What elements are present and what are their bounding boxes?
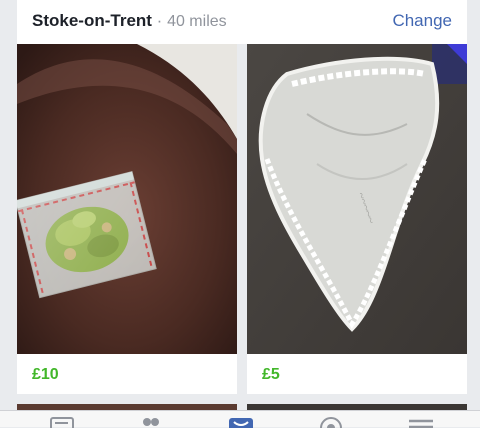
listing-photo[interactable] xyxy=(17,44,237,354)
listing-card[interactable]: £10 xyxy=(17,44,237,394)
listing-price: £5 xyxy=(262,366,280,383)
change-location-button[interactable]: Change xyxy=(392,11,452,31)
location-separator: · xyxy=(151,11,168,30)
location-radius: 40 miles xyxy=(167,13,227,30)
location-city: Stoke-on-Trent xyxy=(32,11,152,30)
bottom-tab-bar xyxy=(0,410,480,428)
location-bar: Stoke-on-Trent · 40 miles Change xyxy=(17,0,467,44)
listing-photo[interactable]: ~~~~~ xyxy=(247,44,467,354)
location-text: Stoke-on-Trent · 40 miles xyxy=(32,11,227,31)
listing-card[interactable]: ~~~~~ £5 xyxy=(247,44,467,394)
listing-price: £10 xyxy=(32,366,59,383)
